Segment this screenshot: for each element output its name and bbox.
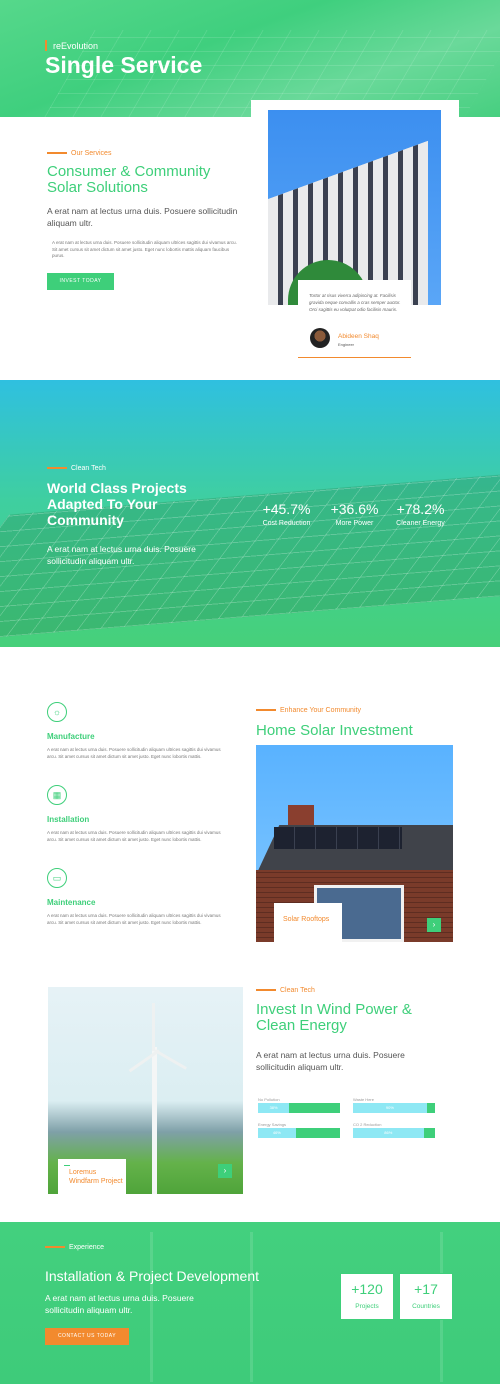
counter-countries: +17 Countries xyxy=(399,1273,453,1320)
projects-eyebrow: Clean Tech xyxy=(47,465,106,472)
invest-today-button[interactable]: INVEST TODAY xyxy=(47,273,114,290)
feature-title: Maintenance xyxy=(47,898,96,907)
testimonial-card: Tortor at risus viverra adipiscing at. F… xyxy=(251,100,459,396)
wind-title: Invest In Wind Power & Clean Energy xyxy=(256,1001,412,1034)
progress-bar: Waste Here 90% xyxy=(353,1097,435,1113)
feature-manufacture: ☼ Manufacture A erat nam at lectus urna … xyxy=(47,702,222,760)
sun-icon: ☼ xyxy=(47,702,67,722)
services-body: A erat nam at lectus urna duis. Posuere … xyxy=(52,240,237,258)
quote-author-name: Abideen Shaq xyxy=(338,333,379,340)
features-section: ☼ Manufacture A erat nam at lectus urna … xyxy=(0,647,500,1222)
house-image: Solar Rooftops › xyxy=(256,745,453,942)
services-title: Consumer & Community Solar Solutions xyxy=(47,163,211,196)
stat-cleaner-energy: +78.2% Cleaner Energy xyxy=(396,501,445,527)
home-eyebrow: Enhance Your Community xyxy=(256,707,361,714)
feature-text: A erat nam at lectus urna duis. Posuere … xyxy=(47,913,221,925)
quote-text: Tortor at risus viverra adipiscing at. F… xyxy=(309,293,401,312)
experience-section: Experience Installation & Project Develo… xyxy=(0,1222,500,1384)
image-label: Loremus Windfarm Project xyxy=(58,1159,126,1194)
feature-maintenance: ▭ Maintenance A erat nam at lectus urna … xyxy=(47,868,222,926)
projects-section: Clean Tech World Class Projects Adapted … xyxy=(0,380,500,647)
image-label: Solar Rooftops xyxy=(274,903,342,942)
wind-lead: A erat nam at lectus urna duis. Posuere … xyxy=(256,1050,405,1072)
services-section: Our Services Consumer & Community Solar … xyxy=(0,100,500,396)
battery-icon: ▭ xyxy=(47,868,67,888)
rooftop-solar-panels xyxy=(274,827,402,849)
accent-bar xyxy=(45,40,47,51)
quote-box: Tortor at risus viverra adipiscing at. F… xyxy=(298,280,411,360)
progress-bar: Energy Savings 46% xyxy=(258,1122,340,1138)
projects-lead: A erat nam at lectus urna duis. Posuere … xyxy=(47,544,196,566)
progress-bar: CO 2 Reduction 86% xyxy=(353,1122,435,1138)
chevron-right-icon[interactable]: › xyxy=(218,1164,232,1178)
page-title: Single Service xyxy=(45,52,203,78)
experience-eyebrow: Experience xyxy=(45,1244,104,1251)
solar-panel-icon: ▦ xyxy=(47,785,67,805)
feature-title: Installation xyxy=(47,815,90,824)
building-image xyxy=(268,110,441,305)
feature-text: A erat nam at lectus urna duis. Posuere … xyxy=(47,747,221,759)
avatar xyxy=(310,328,330,348)
home-title: Home Solar Investment xyxy=(256,722,413,739)
stat-more-power: +36.6% More Power xyxy=(330,501,379,527)
contact-us-button[interactable]: CONTACT US TODAY xyxy=(45,1328,129,1345)
services-eyebrow: Our Services xyxy=(47,150,111,157)
wind-eyebrow: Clean Tech xyxy=(256,987,315,994)
experience-title: Installation & Project Development xyxy=(45,1268,259,1284)
experience-lead: A erat nam at lectus urna duis. Posuere … xyxy=(45,1293,194,1315)
feature-text: A erat nam at lectus urna duis. Posuere … xyxy=(47,830,221,842)
progress-bar: No Pollution 38% xyxy=(258,1097,340,1113)
quote-author-role: Engineer xyxy=(338,342,355,347)
feature-title: Manufacture xyxy=(47,732,95,741)
divider xyxy=(298,357,411,358)
stat-cost-reduction: +45.7% Cost Reduction xyxy=(262,501,311,527)
hero-subtitle: reEvolution xyxy=(53,41,99,51)
feature-installation: ▦ Installation A erat nam at lectus urna… xyxy=(47,785,222,843)
counter-projects: +120 Projects xyxy=(340,1273,394,1320)
wind-turbine-image: Loremus Windfarm Project › xyxy=(48,987,243,1194)
projects-title: World Class Projects Adapted To Your Com… xyxy=(47,480,187,528)
services-lead: A erat nam at lectus urna duis. Posuere … xyxy=(47,206,238,228)
chevron-right-icon[interactable]: › xyxy=(427,918,441,932)
